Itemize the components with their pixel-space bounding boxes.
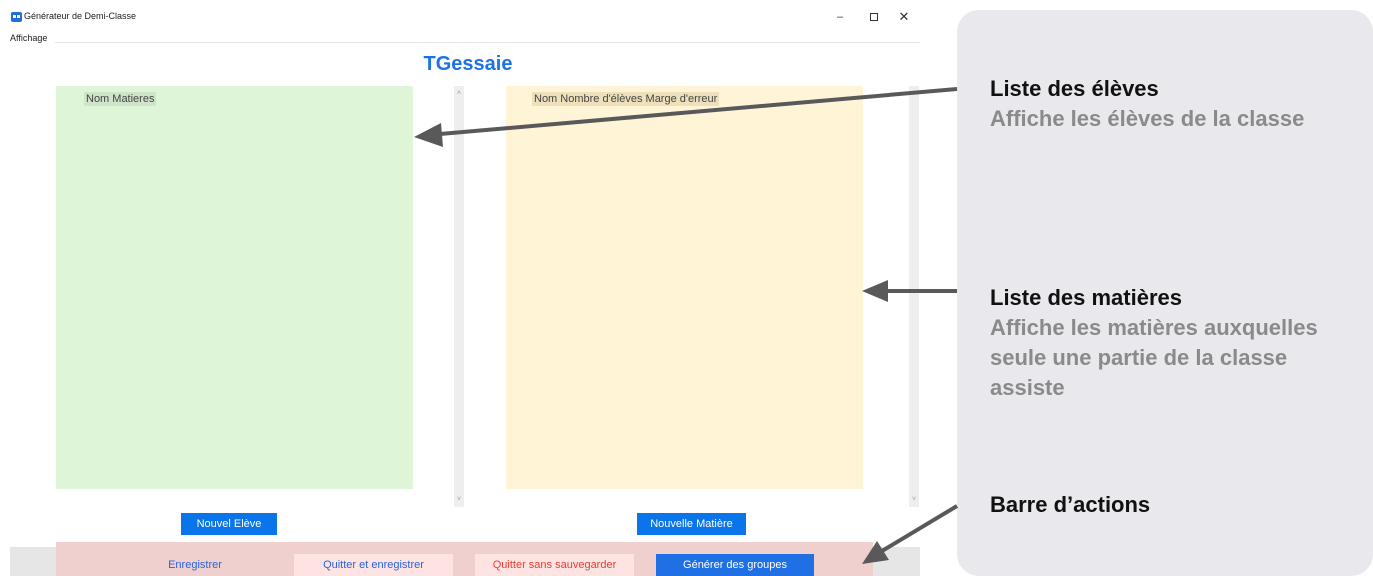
callout-action-bar-title: Barre d’actions — [990, 492, 1151, 517]
quit-and-save-button[interactable]: Quitter et enregistrer — [294, 554, 453, 576]
quit-without-saving-button[interactable]: Quitter sans sauvegarder — [475, 554, 634, 576]
subject-list[interactable]: Nom Nombre d'élèves Marge d'erreur — [506, 86, 863, 489]
maximize-icon — [870, 13, 878, 21]
callout-student-list-desc: Affiche les élèves de la classe — [990, 106, 1305, 131]
app-icon — [11, 12, 22, 22]
menu-affichage[interactable]: Affichage — [10, 33, 47, 43]
callout-subject-list-desc: Affiche les matières auxquelles seule un… — [990, 315, 1318, 400]
chevron-down-icon[interactable]: ˅ — [454, 496, 464, 503]
close-button[interactable]: ✕ — [896, 9, 912, 25]
maximize-button[interactable] — [866, 9, 882, 25]
arrowhead-student-list — [414, 123, 443, 147]
student-list[interactable]: Nom Matieres — [56, 86, 413, 489]
subject-list-header: Nom Nombre d'élèves Marge d'erreur — [532, 92, 720, 106]
student-list-scrollbar[interactable]: ˄ ˅ — [454, 86, 464, 507]
save-button[interactable]: Enregistrer — [140, 554, 250, 576]
subject-list-scrollbar[interactable]: ˄ ˅ — [909, 86, 919, 507]
chevron-down-icon[interactable]: ˅ — [909, 496, 919, 503]
minimize-button[interactable]: – — [832, 9, 848, 25]
callout-student-list-title: Liste des élèves — [990, 76, 1159, 101]
class-title: TGessaie — [423, 53, 513, 75]
menu-divider — [55, 42, 920, 43]
generate-groups-button[interactable]: Générer des groupes — [656, 554, 814, 576]
chevron-up-icon[interactable]: ˄ — [454, 90, 464, 97]
arrowhead-subject-list — [862, 280, 888, 302]
new-student-button[interactable]: Nouvel Elève — [181, 513, 277, 535]
window-title: Générateur de Demi-Classe — [24, 11, 137, 21]
arrow-action-bar — [880, 504, 959, 553]
title-bar: Générateur de Demi-Classe – ✕ — [0, 0, 920, 32]
chevron-up-icon[interactable]: ˄ — [909, 90, 919, 97]
callout-subject-list-title: Liste des matières — [990, 285, 1182, 310]
new-subject-button[interactable]: Nouvelle Matière — [637, 513, 746, 535]
student-list-header: Nom Matieres — [84, 92, 157, 106]
